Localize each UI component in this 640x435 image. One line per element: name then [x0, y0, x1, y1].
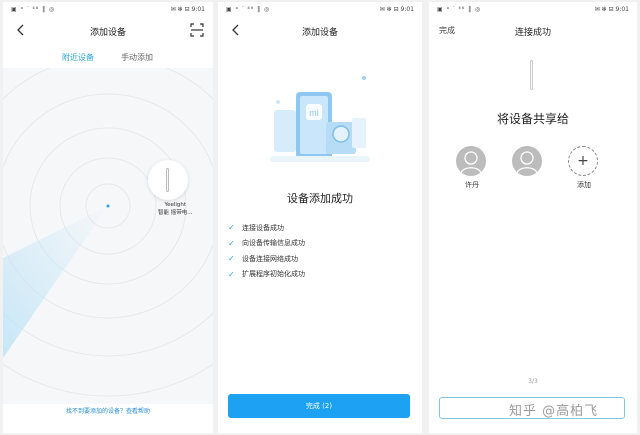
step-label: 连接设备成功	[242, 223, 284, 232]
done-button[interactable]: 完成 (2)	[228, 394, 410, 418]
page-title: 添加设备	[89, 28, 126, 38]
top-bar: 完成 连接成功	[429, 20, 637, 44]
page-title: 连接成功	[514, 28, 551, 38]
step-item: ✓ 向设备传输信息成功	[228, 236, 305, 252]
checkmark-icon: ✓	[228, 254, 235, 264]
status-right: ✉ ✻ ⊟ 9:01	[170, 6, 205, 13]
status-left: ▣ ᵒ ᐝ ⁴⁶ ‖ ◎	[11, 6, 56, 13]
step-label: 向设备传输信息成功	[242, 239, 305, 248]
top-bar: 添加设备	[3, 20, 213, 44]
status-left: ▣ ᵒ ᐝ ⁴⁶ ‖ ◎	[226, 6, 271, 13]
status-bar: ▣ ᵒ ᐝ ⁴⁶ ‖ ◎ ✉ ✻ ⊟ 9:01	[429, 2, 637, 16]
add-share-user[interactable]: + 添加	[568, 146, 600, 190]
share-user-1[interactable]: 许丹	[456, 146, 488, 190]
step-item: ✓ 连接设备成功	[228, 220, 305, 236]
plus-icon: +	[568, 146, 598, 176]
lamp-device-icon	[530, 60, 533, 90]
checkmark-icon: ✓	[228, 223, 235, 233]
lamp-device-icon	[166, 168, 169, 192]
top-bar: 添加设备	[218, 20, 422, 44]
step-item: ✓ 设备连接网络成功	[228, 251, 305, 267]
add-label: 添加	[577, 181, 591, 189]
found-device-bubble[interactable]	[148, 160, 188, 200]
step-item: ✓ 扩展程序初始化成功	[228, 267, 305, 283]
page-title: 添加设备	[301, 28, 338, 38]
status-bar: ▣ ᵒ ᐝ ⁴⁶ ‖ ◎ ✉ ✻ ⊟ 9:01	[218, 2, 422, 16]
add-device-scan-screen: ▣ ᵒ ᐝ ⁴⁶ ‖ ◎ ✉ ✻ ⊟ 9:01 添加设备 附近设备 手动添加 Y…	[3, 2, 213, 433]
status-left: ▣ ᵒ ᐝ ⁴⁶ ‖ ◎	[437, 6, 482, 13]
page-indicator: 3/3	[528, 378, 538, 385]
share-heading: 将设备共享给	[496, 112, 569, 126]
found-device-name: Yeelight 智能 摇带电...	[158, 201, 193, 217]
user-name: 许丹	[465, 181, 479, 189]
avatar	[456, 146, 486, 176]
share-device-screen: ▣ ᵒ ᐝ ⁴⁶ ‖ ◎ ✉ ✻ ⊟ 9:01 完成 连接成功 将设备共享给 许…	[429, 2, 637, 433]
status-right: ✉ ✻ ⊟ 9:01	[379, 6, 414, 13]
status-bar: ▣ ᵒ ᐝ ⁴⁶ ‖ ◎ ✉ ✻ ⊟ 9:01	[3, 2, 213, 16]
person-icon	[460, 151, 482, 174]
tab-manual-add[interactable]: 手动添加	[121, 52, 153, 63]
share-user-2[interactable]	[512, 146, 544, 180]
watermark: 知乎 @高柏飞	[509, 404, 599, 419]
status-right: ✉ ✻ ⊟ 9:01	[594, 6, 629, 13]
tab-nearby-devices[interactable]: 附近设备	[62, 52, 94, 63]
scan-qr-icon[interactable]	[189, 22, 205, 38]
help-link[interactable]: 找不到要添加的设备？查看帮助	[3, 406, 213, 415]
device-name-line1: Yeelight	[164, 202, 187, 208]
svg-text:mi: mi	[309, 108, 319, 118]
device-name-line2: 智能 摇带电...	[158, 210, 193, 216]
screenshot-frame: ▣ ᵒ ᐝ ⁴⁶ ‖ ◎ ✉ ✻ ⊟ 9:01 添加设备 附近设备 手动添加 Y…	[0, 0, 640, 435]
step-list: ✓ 连接设备成功 ✓ 向设备传输信息成功 ✓ 设备连接网络成功 ✓ 扩展程序初始化成功	[228, 220, 305, 282]
step-label: 设备连接网络成功	[242, 254, 298, 263]
devices-illustration: mi	[270, 76, 370, 162]
avatar	[512, 146, 542, 176]
person-icon	[516, 151, 538, 174]
step-label: 扩展程序初始化成功	[242, 270, 305, 279]
radar-scan-area: Yeelight 智能 摇带电...	[3, 68, 213, 404]
radar-rings	[3, 68, 213, 397]
add-success-screen: ▣ ᵒ ᐝ ⁴⁶ ‖ ◎ ✉ ✻ ⊟ 9:01 添加设备 mi 设备添加成功 ✓…	[218, 2, 422, 433]
tab-bar: 附近设备 手动添加	[3, 52, 213, 66]
success-heading: 设备添加成功	[287, 192, 353, 205]
checkmark-icon: ✓	[228, 238, 235, 248]
checkmark-icon: ✓	[228, 269, 235, 279]
